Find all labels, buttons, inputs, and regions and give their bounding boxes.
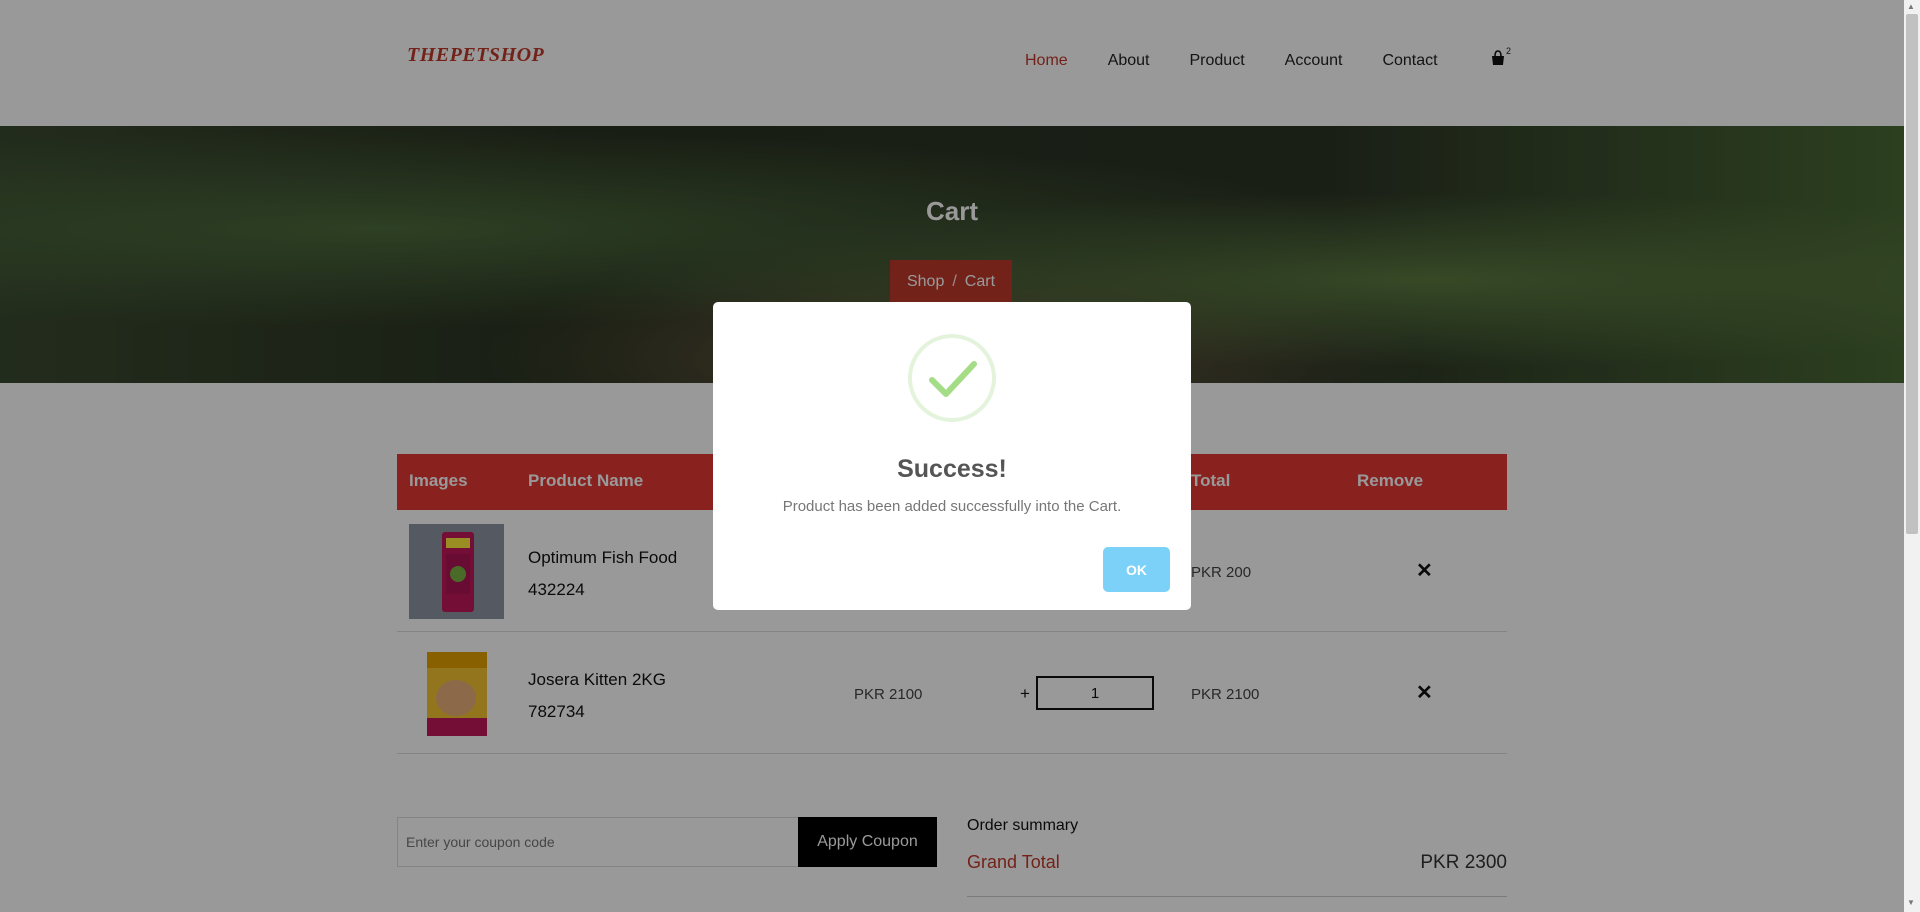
dialog-message: Product has been added successfully into… xyxy=(782,498,1122,515)
scrollbar-thumb[interactable] xyxy=(1906,14,1918,534)
success-check-icon xyxy=(908,334,996,422)
dialog-title: Success! xyxy=(897,455,1007,483)
scroll-down-arrow-icon[interactable]: ▼ xyxy=(1907,898,1915,907)
ok-button[interactable]: OK xyxy=(1103,547,1170,592)
success-dialog: Success! Product has been added successf… xyxy=(713,302,1191,610)
scroll-up-arrow-icon[interactable]: ▲ xyxy=(1907,2,1915,11)
